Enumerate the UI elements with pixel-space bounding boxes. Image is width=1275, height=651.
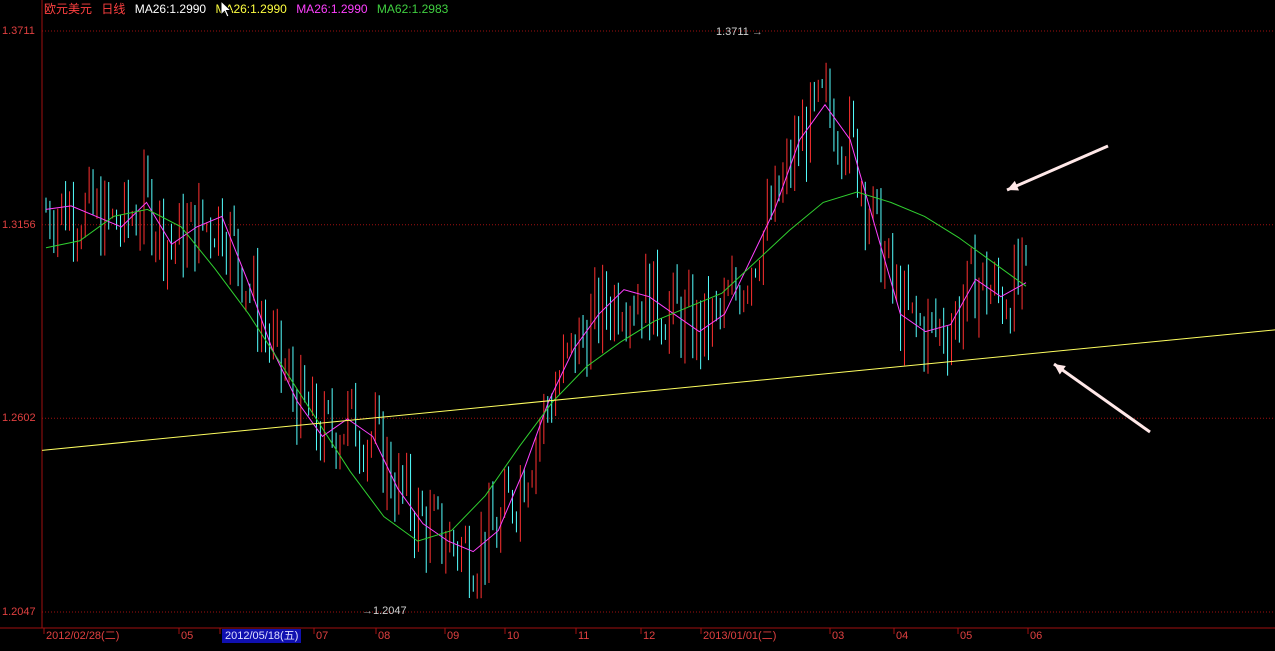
y-tick-label: 1.2047 xyxy=(2,606,36,618)
x-tick-label: 07 xyxy=(316,630,329,642)
x-tick-label: 03 xyxy=(832,630,845,642)
ma-value-4: MA62:1.2983 xyxy=(376,2,449,16)
mouse-pointer-icon xyxy=(220,0,232,18)
x-tick-label: 04 xyxy=(896,630,909,642)
x-tick-label: 09 xyxy=(447,630,460,642)
symbol-name: 欧元美元 xyxy=(44,2,93,16)
grid-lines xyxy=(0,0,1275,634)
x-tick-label: 05 xyxy=(181,630,194,642)
x-tick-label: 2013/01/01(二) xyxy=(703,630,777,642)
x-tick-label: 08 xyxy=(378,630,391,642)
ma-value-3: MA26:1.2990 xyxy=(296,2,368,16)
low-label: →1.2047 xyxy=(362,605,407,617)
x-tick-label: 10 xyxy=(507,630,520,642)
x-tick-label: 12 xyxy=(643,630,656,642)
arrow-upper xyxy=(1006,144,1109,192)
annotation-arrows xyxy=(1006,144,1151,434)
arrow-lower xyxy=(1053,362,1151,434)
ma-value-1: MA26:1.2990 xyxy=(134,2,207,16)
price-chart[interactable] xyxy=(0,0,1275,651)
y-tick-label: 1.3711 xyxy=(2,25,35,37)
x-tick-label: 05 xyxy=(960,630,973,642)
x-tick-label: 06 xyxy=(1030,630,1043,642)
period-label: 日线 xyxy=(101,2,126,16)
x-tick-label: 2012/02/28(二) xyxy=(46,630,120,642)
chart-legend: 欧元美元 日线 MA26:1.2990 MA26:1.2990 MA26:1.2… xyxy=(44,1,454,17)
y-tick-label: 1.3156 xyxy=(2,218,36,231)
candlesticks xyxy=(45,62,1027,599)
x-tick-label: 11 xyxy=(578,630,590,642)
x-tick-label: 2012/05/18(五) xyxy=(222,629,302,643)
y-tick-label: 1.2602 xyxy=(2,412,36,425)
high-label: 1.3711 → xyxy=(716,26,763,38)
